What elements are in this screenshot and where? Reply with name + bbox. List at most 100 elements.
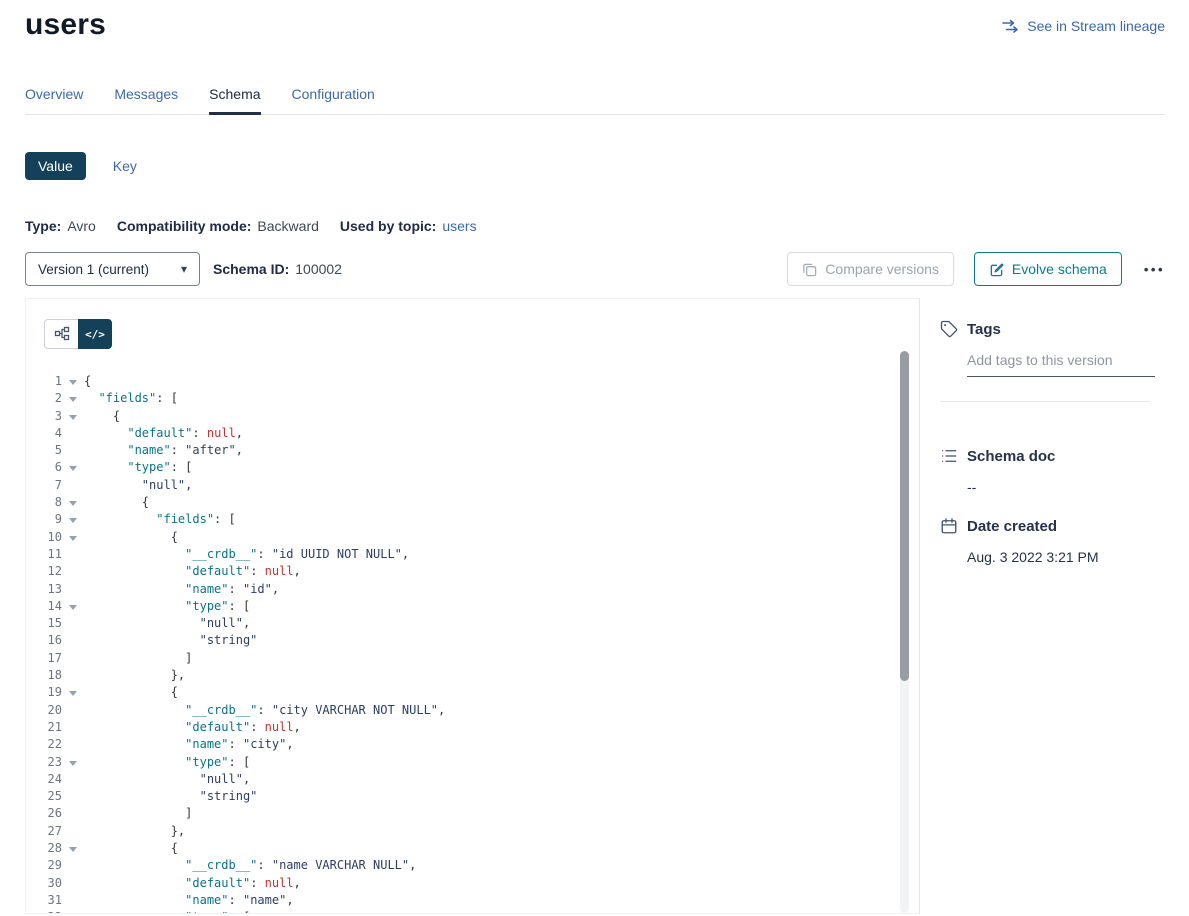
- code-line: 4 "default": null,: [26, 425, 919, 442]
- page-title: users: [25, 8, 106, 42]
- topic-link[interactable]: users: [442, 218, 476, 234]
- stream-lineage-icon: [1002, 19, 1019, 34]
- code-text: "name": "city",: [84, 736, 294, 753]
- evolve-schema-label: Evolve schema: [1012, 261, 1107, 277]
- fold-toggle-icon[interactable]: [62, 909, 84, 914]
- code-line: 31 "name": "name",: [26, 892, 919, 909]
- code-lines: 1{2 "fields": [3 {4 "default": null,5 "n…: [26, 373, 919, 914]
- compare-versions-button[interactable]: Compare versions: [787, 252, 954, 286]
- add-tags-input[interactable]: [967, 352, 1155, 377]
- code-line: 7 "null",: [26, 477, 919, 494]
- stream-lineage-link[interactable]: See in Stream lineage: [1002, 18, 1165, 34]
- fold-toggle-icon[interactable]: [62, 459, 84, 476]
- schema-editor-panel: </> 1{2 "fields": [3 {4 "default": null,…: [25, 298, 920, 914]
- fold-toggle-icon[interactable]: [62, 754, 84, 771]
- compatibility-value: Backward: [257, 218, 318, 234]
- line-number: 19: [26, 684, 62, 701]
- code-text: "type": [: [84, 459, 192, 476]
- tags-title: Tags: [967, 321, 1001, 338]
- code-line: 16 "string": [26, 632, 919, 649]
- type-value: Avro: [67, 218, 96, 234]
- code-text: "name": "id",: [84, 581, 279, 598]
- type-label: Type:: [25, 218, 61, 234]
- code-line: 9 "fields": [: [26, 511, 919, 528]
- value-toggle-button[interactable]: Value: [25, 152, 86, 180]
- code-line: 32 "type": [: [26, 909, 919, 914]
- schema-sidebar: Tags Schema doc: [920, 298, 1165, 914]
- code-line: 8 {: [26, 494, 919, 511]
- code-line: 25 "string": [26, 788, 919, 805]
- code-line: 10 {: [26, 529, 919, 546]
- fold-toggle-icon[interactable]: [62, 494, 84, 511]
- code-text: "fields": [: [84, 390, 178, 407]
- tab-configuration[interactable]: Configuration: [292, 86, 375, 114]
- code-line: 23 "type": [: [26, 754, 919, 771]
- line-number: 31: [26, 892, 62, 909]
- schema-page: users See in Stream lineage Overview Mes…: [0, 0, 1189, 914]
- line-number: 25: [26, 788, 62, 805]
- line-number: 8: [26, 494, 62, 511]
- line-number: 1: [26, 373, 62, 390]
- tab-bar: Overview Messages Schema Configuration: [25, 86, 1165, 115]
- code-text: "type": [: [84, 909, 250, 914]
- tree-view-icon: [54, 326, 70, 342]
- tree-view-button[interactable]: [44, 319, 78, 349]
- line-number: 9: [26, 511, 62, 528]
- line-number: 20: [26, 702, 62, 719]
- code-line: 20 "__crdb__": "city VARCHAR NOT NULL",: [26, 702, 919, 719]
- schema-content: </> 1{2 "fields": [3 {4 "default": null,…: [25, 298, 1165, 914]
- fold-toggle-icon[interactable]: [62, 390, 84, 407]
- fold-toggle-icon[interactable]: [62, 598, 84, 615]
- fold-toggle-icon[interactable]: [62, 529, 84, 546]
- evolve-schema-button[interactable]: Evolve schema: [974, 252, 1122, 286]
- version-select[interactable]: Version 1 (current) ▾: [25, 252, 200, 286]
- line-number: 17: [26, 650, 62, 667]
- code-text: "__crdb__": "id UUID NOT NULL",: [84, 546, 409, 563]
- line-number: 11: [26, 546, 62, 563]
- key-toggle-button[interactable]: Key: [113, 158, 137, 174]
- vertical-scrollbar[interactable]: [900, 351, 909, 913]
- code-line: 2 "fields": [: [26, 390, 919, 407]
- more-options-button[interactable]: •••: [1144, 262, 1165, 277]
- tab-overview[interactable]: Overview: [25, 86, 83, 114]
- line-number: 29: [26, 857, 62, 874]
- fold-toggle-icon[interactable]: [62, 408, 84, 425]
- line-number: 22: [26, 736, 62, 753]
- chevron-down-icon: ▾: [181, 262, 187, 276]
- evolve-schema-icon: [989, 262, 1004, 277]
- code-view-icon: </>: [85, 328, 105, 341]
- code-text: "fields": [: [84, 511, 236, 528]
- page-header: users See in Stream lineage: [25, 8, 1165, 42]
- sidebar-divider: [940, 401, 1150, 402]
- code-line: 14 "type": [: [26, 598, 919, 615]
- code-text: "__crdb__": "name VARCHAR NULL",: [84, 857, 416, 874]
- schema-doc-section: Schema doc --: [940, 447, 1165, 495]
- code-text: {: [84, 529, 178, 546]
- tab-messages[interactable]: Messages: [114, 86, 178, 114]
- code-text: ]: [84, 650, 192, 667]
- line-number: 13: [26, 581, 62, 598]
- fold-toggle-icon[interactable]: [62, 511, 84, 528]
- code-text: "default": null,: [84, 563, 301, 580]
- fold-toggle-icon[interactable]: [62, 840, 84, 857]
- code-line: 6 "type": [: [26, 459, 919, 476]
- code-text: "null",: [84, 615, 250, 632]
- fold-toggle-icon[interactable]: [62, 373, 84, 390]
- tag-icon: [940, 320, 958, 338]
- code-text: {: [84, 684, 178, 701]
- code-text: {: [84, 494, 149, 511]
- code-text: },: [84, 667, 185, 684]
- value-key-toggle: Value Key: [25, 152, 1165, 180]
- version-select-value: Version 1 (current): [38, 262, 149, 277]
- calendar-icon: [940, 517, 958, 535]
- line-number: 28: [26, 840, 62, 857]
- code-text: ]: [84, 805, 192, 822]
- code-text: "default": null,: [84, 719, 301, 736]
- code-view-button[interactable]: </>: [78, 319, 112, 349]
- line-number: 15: [26, 615, 62, 632]
- scrollbar-thumb[interactable]: [900, 351, 909, 681]
- code-line: 1{: [26, 373, 919, 390]
- compare-versions-icon: [802, 262, 817, 277]
- tab-schema[interactable]: Schema: [209, 86, 260, 114]
- fold-toggle-icon[interactable]: [62, 684, 84, 701]
